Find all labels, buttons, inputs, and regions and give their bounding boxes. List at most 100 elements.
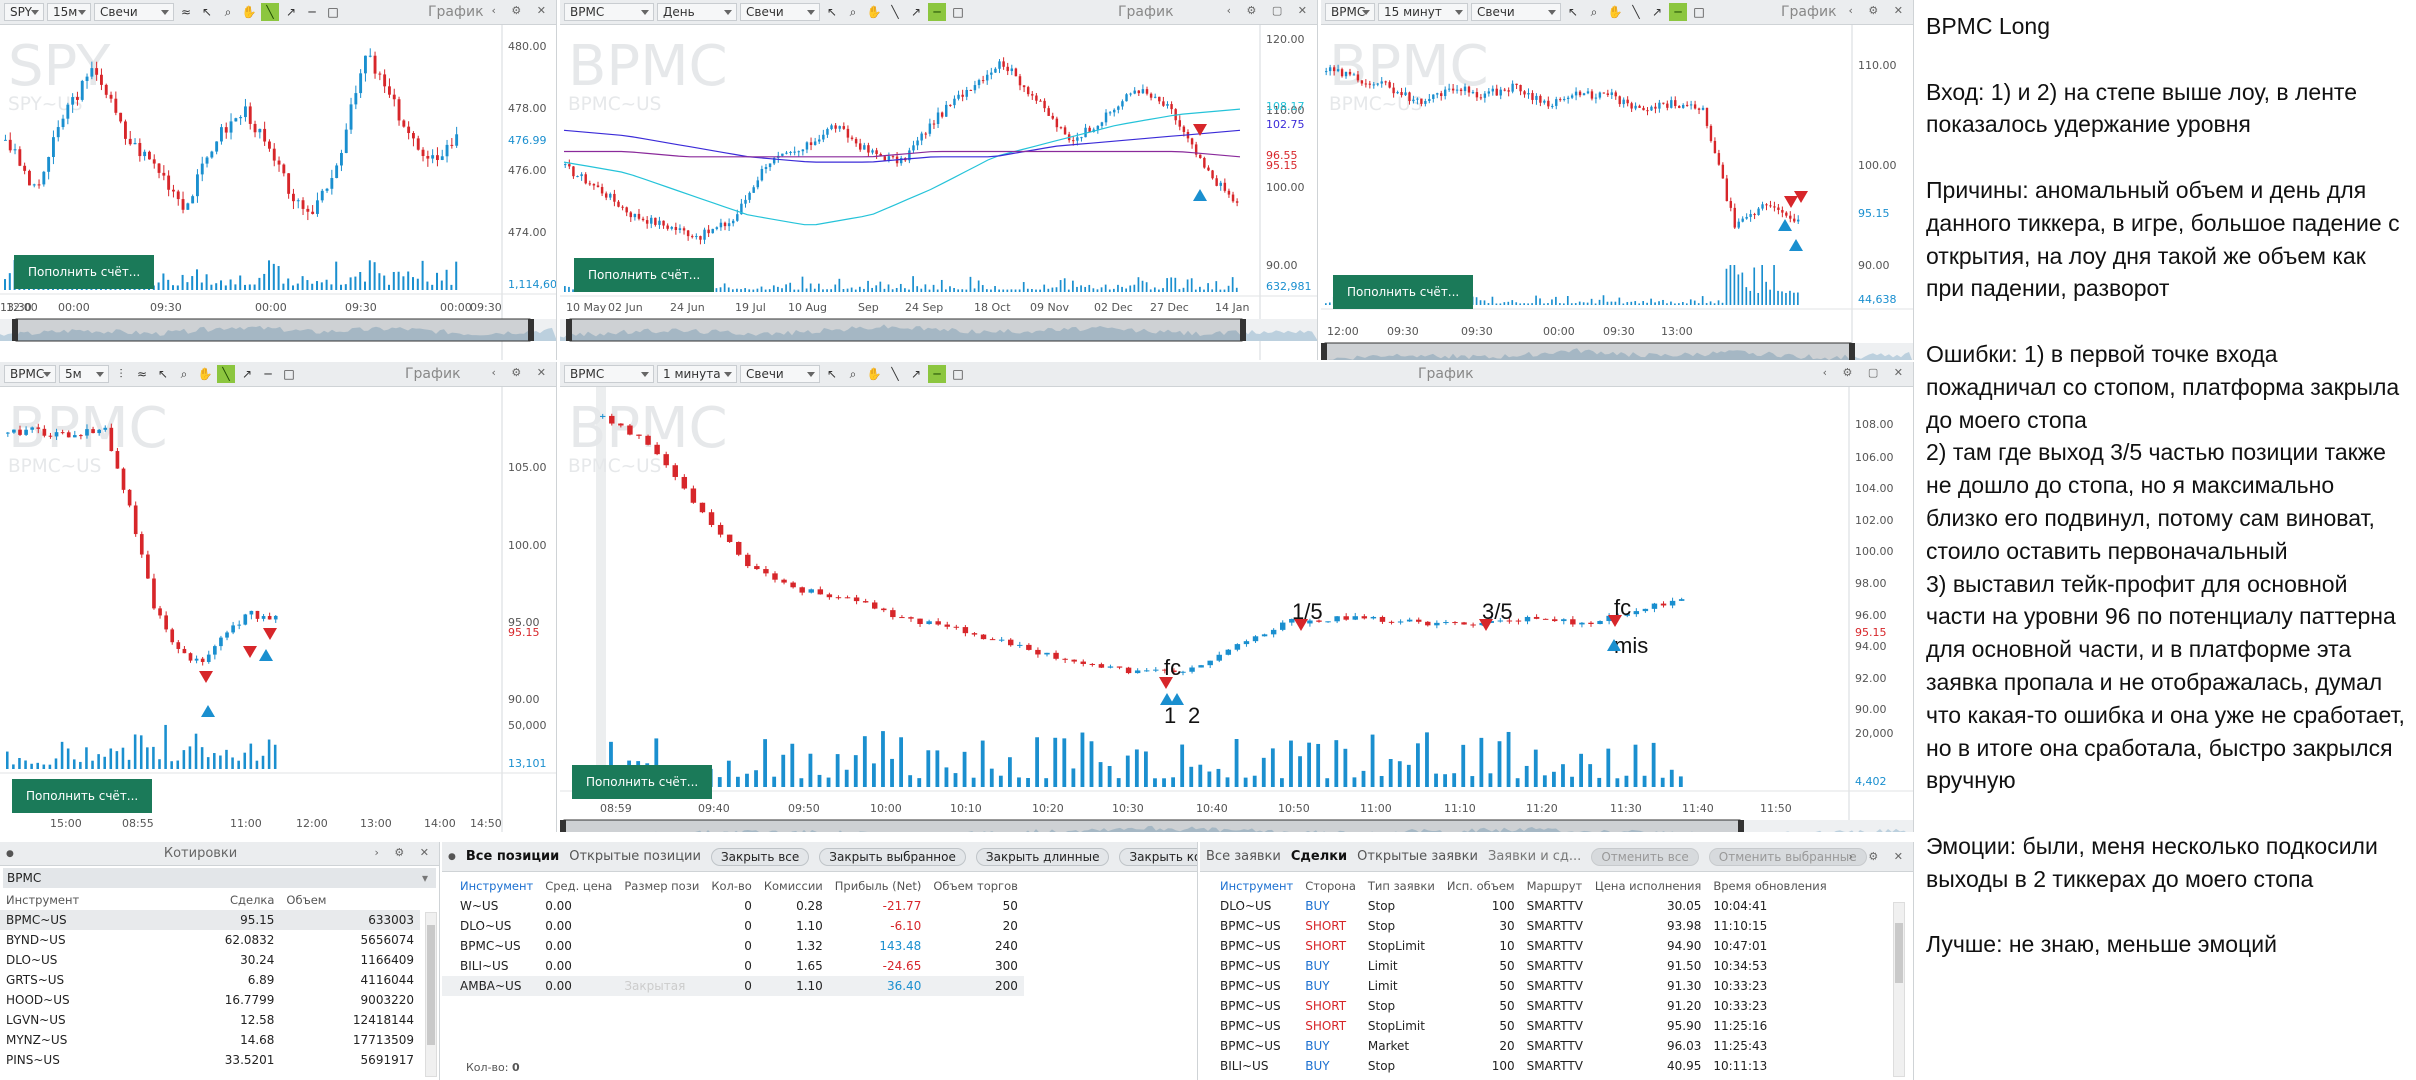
- indicators-icon[interactable]: ≈: [133, 365, 151, 383]
- deposit-button[interactable]: Пополнить счёт...: [14, 255, 154, 289]
- chart-bpmc-5m[interactable]: BPMC 5м ⫶ ≈ ↖ ⌕ ✋ ╲ ↗ ─ □ График ‹ ⚙ ✕ B…: [0, 362, 557, 832]
- table-row[interactable]: DLO~US 30.24 1166409: [0, 950, 420, 970]
- chart-bpmc-1m[interactable]: BPMC 1 минута Свечи ↖ ⌕ ✋ ╲ ↗ ─ □ График…: [560, 362, 1914, 832]
- table-row[interactable]: BILI~US BUY Stop 100 SMARTTV 40.95 10:11:13: [1200, 1056, 1833, 1076]
- ticker-select[interactable]: BPMC: [564, 365, 654, 383]
- hand-icon[interactable]: ✋: [865, 365, 883, 383]
- interval-select[interactable]: 5м: [59, 365, 109, 383]
- table-row[interactable]: BPMC~US BUY Market 20 SMARTTV 96.03 11:25:43: [1200, 1036, 1833, 1056]
- zoom-icon[interactable]: ⌕: [844, 3, 862, 21]
- rect-icon[interactable]: □: [1690, 3, 1708, 21]
- table-row[interactable]: BYND~US 62.0832 5656074: [0, 930, 420, 950]
- line-tool-icon[interactable]: ╲: [1627, 3, 1645, 21]
- hline-icon[interactable]: ─: [259, 365, 277, 383]
- chart-type-select[interactable]: Свечи: [740, 3, 820, 21]
- column-header[interactable]: Инструмент: [0, 890, 163, 910]
- line-tool-icon[interactable]: ╲: [261, 3, 279, 21]
- arrow-tool-icon[interactable]: ↗: [282, 3, 300, 21]
- hand-icon[interactable]: ✋: [865, 3, 883, 21]
- table-row[interactable]: BPMC~US SHORT Stop 50 SMARTTV 91.20 10:33:23: [1200, 996, 1833, 1016]
- window-controls[interactable]: ‹ ⚙ ✕: [492, 4, 552, 17]
- column-header[interactable]: Сторона: [1299, 876, 1362, 896]
- column-header[interactable]: Прибыль (Net): [829, 876, 928, 896]
- hline-icon[interactable]: ─: [303, 3, 321, 21]
- close-long-button[interactable]: Закрыть длинные: [975, 847, 1110, 866]
- column-header[interactable]: Цена исполнения: [1589, 876, 1707, 896]
- deposit-button[interactable]: Пополнить счёт...: [12, 779, 152, 813]
- hand-icon[interactable]: ✋: [196, 365, 214, 383]
- close-selected-button[interactable]: Закрыть выбранное: [819, 847, 966, 866]
- window-controls[interactable]: ‹ ⚙ ▢ ✕: [1823, 366, 1909, 379]
- table-row[interactable]: PINS~US 33.5201 5691917: [0, 1050, 420, 1070]
- chart-type-select[interactable]: Свечи: [740, 365, 820, 383]
- zoom-icon[interactable]: ⌕: [844, 365, 862, 383]
- table-row[interactable]: BPMC~US SHORT StopLimit 50 SMARTTV 95.90 11:25…: [1200, 1016, 1833, 1036]
- arrow-tool-icon[interactable]: ↗: [238, 365, 256, 383]
- column-header[interactable]: Тип заявки: [1362, 876, 1441, 896]
- deposit-button[interactable]: Пополнить счёт...: [1333, 275, 1473, 309]
- line-tool-icon[interactable]: ╲: [217, 365, 235, 383]
- chart-type-select[interactable]: Свечи: [94, 3, 174, 21]
- column-header[interactable]: Время обновления: [1707, 876, 1832, 896]
- column-header[interactable]: Инструмент: [1200, 876, 1299, 896]
- ticker-select[interactable]: BPMC: [4, 365, 56, 383]
- navigator-slider[interactable]: [563, 819, 1741, 832]
- cursor-icon[interactable]: ↖: [823, 3, 841, 21]
- table-row[interactable]: AMBA~US 0.00 Закрытая 0 1.10 36.40 200: [442, 976, 1024, 996]
- hline-icon[interactable]: ─: [928, 365, 946, 383]
- column-header[interactable]: Сделка: [163, 890, 281, 910]
- column-header[interactable]: Комиссии: [758, 876, 829, 896]
- price-chart[interactable]: BPMCBPMC~US110.00100.0090.0095.1544,6381…: [1321, 25, 1914, 360]
- line-tool-icon[interactable]: ╲: [886, 3, 904, 21]
- ticker-select[interactable]: BPMC: [564, 3, 654, 21]
- indicators-icon[interactable]: ≈: [177, 3, 195, 21]
- cursor-icon[interactable]: ↖: [1564, 3, 1582, 21]
- navigator-slider[interactable]: [1324, 342, 1852, 360]
- window-controls[interactable]: ‹ ⚙ ✕: [1849, 4, 1909, 17]
- tab-all-positions[interactable]: Все позиции: [466, 849, 559, 864]
- zoom-icon[interactable]: ⌕: [175, 365, 193, 383]
- cancel-all-button[interactable]: Отменить все: [1591, 847, 1699, 866]
- window-controls[interactable]: ‹ ⚙ ✕: [492, 366, 552, 379]
- zoom-icon[interactable]: ⌕: [219, 3, 237, 21]
- candles-icon[interactable]: ⫶: [112, 365, 130, 383]
- chart-spy[interactable]: SPY 15м Свечи ≈ ↖ ⌕ ✋ ╲ ↗ ─ □ График ‹ ⚙…: [0, 0, 557, 360]
- price-chart[interactable]: BPMCBPMC~US120.00110.00100.0090.0080.001…: [560, 25, 1318, 360]
- interval-select[interactable]: День: [657, 3, 737, 21]
- interval-select[interactable]: 1 минута: [657, 365, 737, 383]
- close-all-button[interactable]: Закрыть все: [710, 847, 810, 866]
- window-controls[interactable]: › ⚙ ✕: [375, 846, 435, 859]
- deposit-button[interactable]: Пополнить счёт...: [572, 765, 712, 799]
- navigator-slider[interactable]: [15, 318, 531, 342]
- price-chart[interactable]: SPYSPY~US480.00478.00476.00474.00476.991…: [0, 25, 557, 360]
- column-header[interactable]: Объем торгов: [927, 876, 1024, 896]
- table-row[interactable]: BPMC~US 95.15 633003: [0, 910, 420, 930]
- table-row[interactable]: W~US 0.00 0 0.28 -21.77 50: [442, 896, 1024, 916]
- navigator-slider[interactable]: [569, 318, 1243, 342]
- table-row[interactable]: BPMC~US BUY Limit 50 SMARTTV 91.30 10:33:23: [1200, 976, 1833, 996]
- table-row[interactable]: GRTS~US 6.89 4116044: [0, 970, 420, 990]
- ticker-select[interactable]: BPMC: [1325, 3, 1375, 21]
- cursor-icon[interactable]: ↖: [198, 3, 216, 21]
- close-short-button[interactable]: Закрыть короткие: [1119, 847, 1197, 866]
- hand-icon[interactable]: ✋: [240, 3, 258, 21]
- zoom-icon[interactable]: ⌕: [1585, 3, 1603, 21]
- table-row[interactable]: MYNZ~US 14.68 17713509: [0, 1030, 420, 1050]
- hline-icon[interactable]: ─: [1669, 3, 1687, 21]
- table-row[interactable]: DLO~US BUY Stop 100 SMARTTV 30.05 10:04:41: [1200, 896, 1833, 916]
- table-row[interactable]: BPMC~US SHORT StopLimit 10 SMARTTV 94.90 10:47…: [1200, 936, 1833, 956]
- tab-open-positions[interactable]: Открытые позиции: [569, 849, 701, 864]
- chart-bpmc-15m[interactable]: BPMC 15 минут Свечи ↖ ⌕ ✋ ╲ ↗ ─ □ График…: [1321, 0, 1914, 360]
- arrow-tool-icon[interactable]: ↗: [907, 3, 925, 21]
- tab-trades[interactable]: Сделки: [1291, 849, 1347, 864]
- cursor-icon[interactable]: ↖: [823, 365, 841, 383]
- column-header[interactable]: Размер пози: [618, 876, 705, 896]
- chart-type-select[interactable]: Свечи: [1471, 3, 1561, 21]
- tab-open-orders[interactable]: Открытые заявки: [1357, 849, 1478, 864]
- chart-bpmc-daily[interactable]: BPMC День Свечи ↖ ⌕ ✋ ╲ ↗ ─ □ График ‹ ⚙…: [560, 0, 1318, 360]
- scrollbar[interactable]: [425, 912, 437, 1077]
- ticker-select[interactable]: SPY: [4, 3, 44, 21]
- interval-select[interactable]: 15 минут: [1378, 3, 1468, 21]
- arrow-tool-icon[interactable]: ↗: [907, 365, 925, 383]
- column-header[interactable]: Кол-во: [705, 876, 758, 896]
